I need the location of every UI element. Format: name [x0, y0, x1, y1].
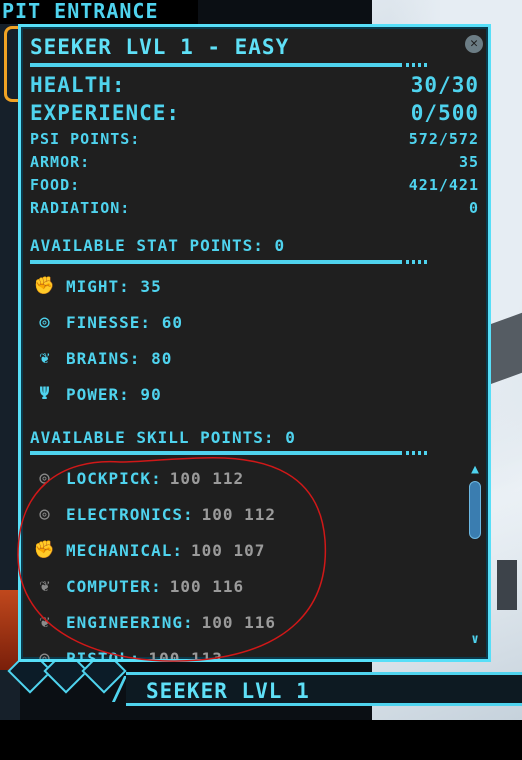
brain-icon: ❦	[39, 612, 51, 632]
skills-scrollbar[interactable]: ▲ ∨	[468, 463, 482, 647]
stat-label: BRAINS: 80	[66, 348, 173, 368]
game-scene: PIT ENTRANCE SEEKER LVL 1 - EASY ✕ HEALT…	[0, 0, 522, 720]
divider	[30, 63, 428, 67]
fist-icon: ✊	[33, 276, 57, 296]
skill-electronics[interactable]: ◎ ELECTRONICS: 100 112	[35, 504, 276, 524]
panel-title: SEEKER LVL 1 - EASY	[30, 35, 290, 59]
psi-icon: Ψ	[39, 384, 51, 404]
character-name-bar[interactable]: SEEKER LVL 1	[126, 672, 522, 706]
character-name-label: SEEKER LVL 1	[146, 679, 310, 703]
skill-values: 100 107	[190, 540, 266, 560]
radiation-row: RADIATION: 0	[30, 199, 479, 217]
food-label: FOOD:	[30, 176, 81, 194]
skill-values: 100 116	[169, 576, 245, 596]
stat-label: MIGHT: 35	[66, 276, 162, 296]
skill-label: COMPUTER:	[66, 576, 162, 596]
experience-row: EXPERIENCE: 0/500	[30, 101, 479, 125]
close-icon[interactable]: ✕	[465, 35, 483, 53]
skill-values: 100 112	[201, 504, 277, 524]
skill-label: ENGINEERING:	[66, 612, 194, 632]
armor-row: ARMOR: 35	[30, 153, 479, 171]
psi-label: PSI POINTS:	[30, 130, 141, 148]
skill-lockpick[interactable]: ◎ LOCKPICK: 100 112	[35, 468, 244, 488]
psi-value: 572/572	[408, 130, 479, 148]
radiation-value: 0	[468, 199, 479, 217]
brain-icon: ❦	[39, 348, 51, 368]
skill-label: LOCKPICK:	[66, 468, 162, 488]
target-icon: ◎	[39, 648, 51, 659]
stat-finesse[interactable]: ◎ FINESSE: 60	[35, 312, 183, 332]
target-icon: ◎	[39, 468, 51, 488]
scroll-thumb[interactable]	[469, 481, 481, 539]
skill-points-header: AVAILABLE SKILL POINTS: 0	[30, 428, 296, 447]
skill-values: 100 113	[148, 648, 223, 660]
skill-values: 100 116	[201, 612, 277, 632]
skill-label: MECHANICAL:	[66, 540, 183, 560]
health-label: HEALTH:	[30, 73, 126, 97]
stat-points-header: AVAILABLE STAT POINTS: 0	[30, 236, 286, 255]
divider	[30, 260, 428, 264]
food-row: FOOD: 421/421	[30, 176, 479, 194]
armor-value: 35	[458, 153, 479, 171]
health-row: HEALTH: 30/30	[30, 73, 479, 97]
stat-brains[interactable]: ❦ BRAINS: 80	[35, 348, 172, 368]
experience-value: 0/500	[410, 101, 479, 125]
health-value: 30/30	[410, 73, 479, 97]
divider	[30, 451, 428, 455]
skill-mechanical[interactable]: ✊ MECHANICAL: 100 107	[33, 540, 266, 560]
location-title: PIT ENTRANCE	[0, 0, 198, 24]
scroll-down-icon[interactable]: ∨	[468, 633, 482, 647]
panel-content: SEEKER LVL 1 - EASY ✕ HEALTH: 30/30 EXPE…	[21, 27, 488, 659]
skill-pistol[interactable]: ◎ PISTOL: 100 113	[35, 648, 223, 659]
fist-icon: ✊	[33, 540, 57, 560]
skill-engineering[interactable]: ❦ ENGINEERING: 100 116	[35, 612, 276, 632]
terrain-rock	[497, 560, 517, 610]
skill-values: 100 112	[169, 468, 245, 488]
stat-power[interactable]: Ψ POWER: 90	[35, 384, 162, 404]
target-icon: ◎	[39, 504, 51, 524]
stat-label: POWER: 90	[66, 384, 162, 404]
experience-label: EXPERIENCE:	[30, 101, 181, 125]
psi-row: PSI POINTS: 572/572	[30, 130, 479, 148]
armor-label: ARMOR:	[30, 153, 91, 171]
brain-icon: ❦	[39, 576, 51, 596]
skill-label: ELECTRONICS:	[66, 504, 194, 524]
stat-label: FINESSE: 60	[66, 312, 183, 332]
stat-might[interactable]: ✊ MIGHT: 35	[33, 276, 162, 296]
character-panel: SEEKER LVL 1 - EASY ✕ HEALTH: 30/30 EXPE…	[18, 24, 491, 662]
food-value: 421/421	[408, 176, 479, 194]
radiation-label: RADIATION:	[30, 199, 131, 217]
skill-label: PISTOL:	[66, 648, 141, 660]
scroll-up-icon[interactable]: ▲	[468, 463, 482, 477]
skill-computer[interactable]: ❦ COMPUTER: 100 116	[35, 576, 244, 596]
target-icon: ◎	[39, 312, 51, 332]
